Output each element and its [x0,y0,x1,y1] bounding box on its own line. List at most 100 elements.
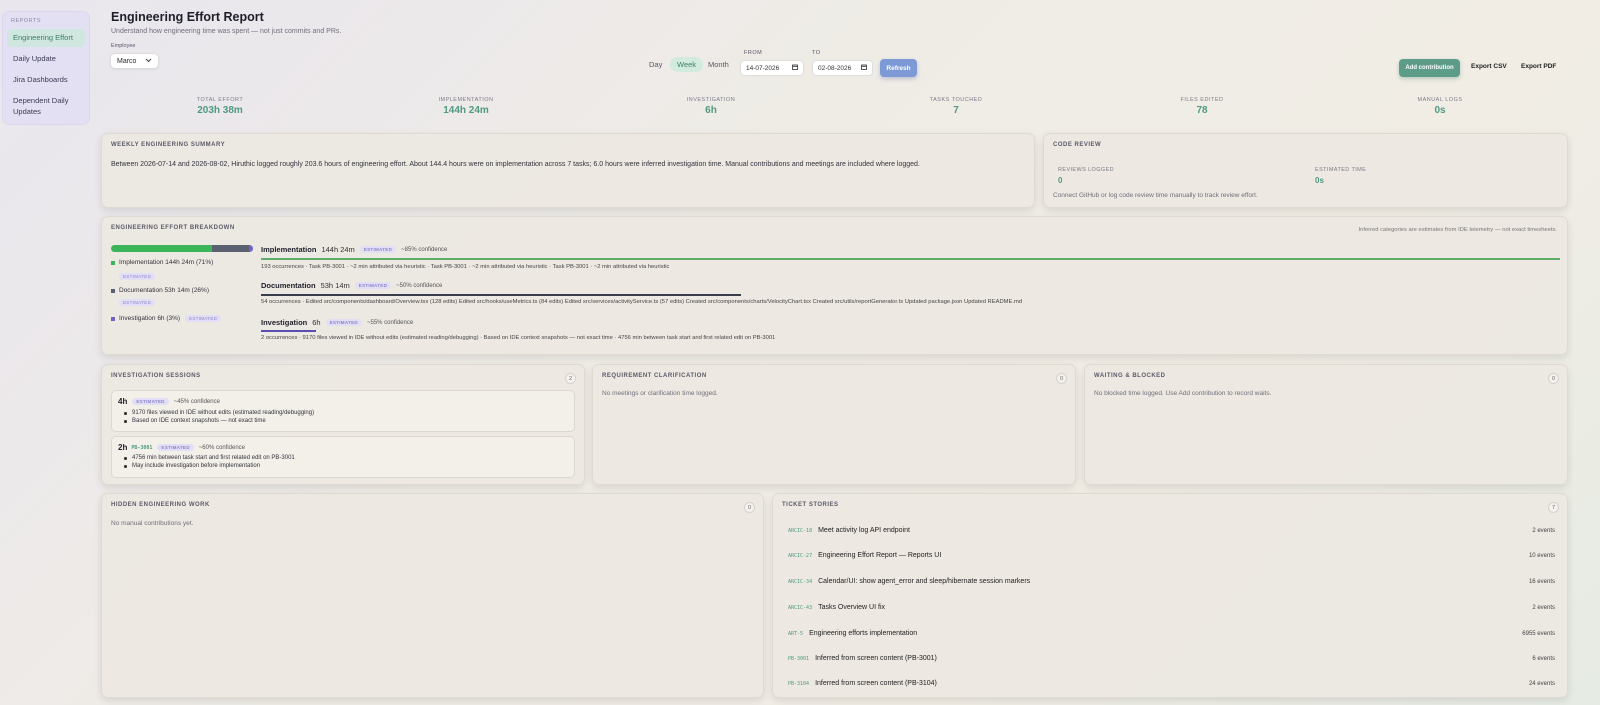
session-bullets: 9170 files viewed in IDE without edits (… [124,410,314,426]
ticket-events: 2 events [1532,604,1555,611]
empty-state-text: No blocked time logged. Use Add contribu… [1094,390,1272,397]
session-confidence: ~45% confidence [173,398,220,405]
ticket-row[interactable]: ARCIC-34 Calendar/UI: show agent_error a… [788,578,1555,585]
bar-segment-documentation [211,245,249,252]
ticket-title: Tasks Overview UI fix [818,604,885,611]
export-csv-button[interactable]: Export CSV [1471,63,1507,70]
card-title: HIDDEN ENGINEERING WORK [111,502,210,508]
stat-value: 6h [705,105,717,116]
session-ticket: PB-3001 [131,444,153,451]
breakdown-row-documentation: Documentation 53h 14m ESTIMATED ~50% con… [261,281,442,290]
page-subtitle: Understand how engineering time was spen… [111,28,342,35]
stat-value: 7 [953,105,959,116]
ticket-row[interactable]: ART-5 Engineering efforts implementation… [788,630,1555,637]
breakdown-row-investigation: Investigation 6h ESTIMATED ~55% confiden… [261,318,413,327]
ticket-events: 16 events [1528,578,1555,585]
stat-value: 203h 38m [197,105,243,116]
range-week-button[interactable]: Week [670,57,704,72]
ticket-events: 10 events [1528,552,1555,559]
legend-label: Implementation [119,259,164,266]
ticket-events: 6955 events [1522,630,1555,637]
row-detail: 2 occurrences · 9170 files viewed in IDE… [261,335,776,341]
count-badge: 0 [1548,373,1559,384]
effort-stacked-bar [111,245,253,252]
row-name: Implementation [261,245,317,254]
ticket-title: Engineering Effort Report — Reports UI [818,552,942,559]
to-date-input[interactable]: 02-08-2026 [812,60,873,76]
row-confidence: ~55% confidence [366,319,414,326]
sidebar-item-engineering-effort[interactable]: Engineering Effort [7,29,85,48]
sidebar-item-jira-dashboards[interactable]: Jira Dashboards [7,71,85,89]
stat-label: MANUAL LOGS [1417,97,1463,103]
range-day-button[interactable]: Day [649,60,662,69]
ticket-key: ARCIC-27 [788,552,813,559]
count-badge: 7 [1548,502,1559,513]
legend-swatch [111,288,115,293]
card-title: WAITING & BLOCKED [1094,373,1166,379]
ticket-row[interactable]: ARCIC-18 Meet activity log API endpoint … [788,527,1555,534]
sidebar: REPORTS Engineering Effort Daily Update … [2,11,90,125]
stat-files-edited: FILES EDITED 78 [1142,97,1262,116]
stat-value: 144h 24m [443,105,489,116]
from-date-input[interactable]: 14-07-2026 [740,60,804,76]
legend-swatch [111,260,115,265]
legend-value: 6h (3%) [157,315,181,322]
session-header: 4h ESTIMATED ~45% confidence [118,397,220,406]
main-content: Engineering Effort Report Understand how… [101,0,1600,705]
ticket-events: 6 events [1532,655,1555,662]
legend-documentation: Documentation 53h 14m (26%) [111,287,209,294]
row-duration: 6h [312,318,321,327]
range-month-button[interactable]: Month [708,60,729,69]
export-pdf-button[interactable]: Export PDF [1521,63,1556,70]
ticket-key: PB-3001 [788,655,810,662]
reviews-logged-value: 0 [1058,176,1063,185]
estimated-tag: ESTIMATED [359,246,397,253]
list-item: 9170 files viewed in IDE without edits (… [124,410,314,416]
row-detail: 193 occurrences · Task PB-3001 · ~2 min … [261,264,670,270]
ticket-title: Meet activity log API endpoint [818,527,910,534]
breakdown-note: Inferred categories are estimates from I… [1358,227,1557,233]
card-title: TICKET STORIES [782,502,839,508]
legend-investigation: Investigation 6h (3%) ESTIMATED [111,315,222,322]
to-label: TO [812,50,821,56]
ticket-row[interactable]: PB-3001 Inferred from screen content (PB… [788,655,1555,662]
stat-manual-logs: MANUAL LOGS 0s [1380,97,1500,116]
ticket-key: ARCIC-34 [788,578,813,585]
ticket-row[interactable]: ARCIC-43 Tasks Overview UI fix 2 events [788,604,1555,611]
add-contribution-button[interactable]: Add contribution [1399,59,1460,77]
empty-state-text: No manual contributions yet. [111,520,194,527]
session-duration: 4h [118,397,128,406]
breakdown-row-implementation: Implementation 144h 24m ESTIMATED ~85% c… [261,245,447,254]
ticket-row[interactable]: ARCIC-27 Engineering Effort Report — Rep… [788,552,1555,559]
stat-label: IMPLEMENTATION [438,97,494,103]
row-name: Investigation [261,318,308,327]
employee-value: Marco [117,57,137,65]
investigation-session[interactable]: 4h ESTIMATED ~45% confidence 9170 files … [111,390,575,432]
legend-label: Documentation [119,287,163,294]
estimated-tag: ESTIMATED [157,444,194,451]
legend-value: 144h 24m (71%) [165,259,214,266]
ticket-events: 24 events [1528,680,1555,687]
stat-implementation: IMPLEMENTATION 144h 24m [406,97,526,116]
estimated-tag: ESTIMATED [119,299,156,306]
refresh-button[interactable]: Refresh [880,59,917,77]
estimated-time-value: 0s [1315,176,1324,185]
ticket-key: PB-3104 [788,680,810,687]
estimated-tag: ESTIMATED [132,398,169,405]
stat-tasks-touched: TASKS TOUCHED 7 [896,97,1016,116]
session-duration: 2h [118,443,128,452]
stat-label: TASKS TOUCHED [929,97,983,103]
employee-select[interactable]: Marco [110,53,159,69]
investigation-sessions-card: INVESTIGATION SESSIONS 2 4h ESTIMATED ~4… [101,364,585,485]
row-confidence: ~50% confidence [396,282,443,289]
hidden-engineering-work-card: HIDDEN ENGINEERING WORK 0 No manual cont… [101,493,764,698]
ticket-row[interactable]: PB-3104 Inferred from screen content (PB… [788,680,1555,687]
session-header: 2h PB-3001 ESTIMATED ~60% confidence [118,443,245,452]
sidebar-item-dependent-daily-updates[interactable]: Dependent Daily Updates [7,92,85,120]
investigation-session[interactable]: 2h PB-3001 ESTIMATED ~60% confidence 475… [111,436,575,478]
list-item: 4756 min between task start and first re… [124,455,295,461]
sidebar-item-daily-update[interactable]: Daily Update [7,50,85,68]
employee-label: Employee [111,43,136,49]
card-title: WEEKLY ENGINEERING SUMMARY [111,142,226,148]
legend-swatch [111,316,115,321]
